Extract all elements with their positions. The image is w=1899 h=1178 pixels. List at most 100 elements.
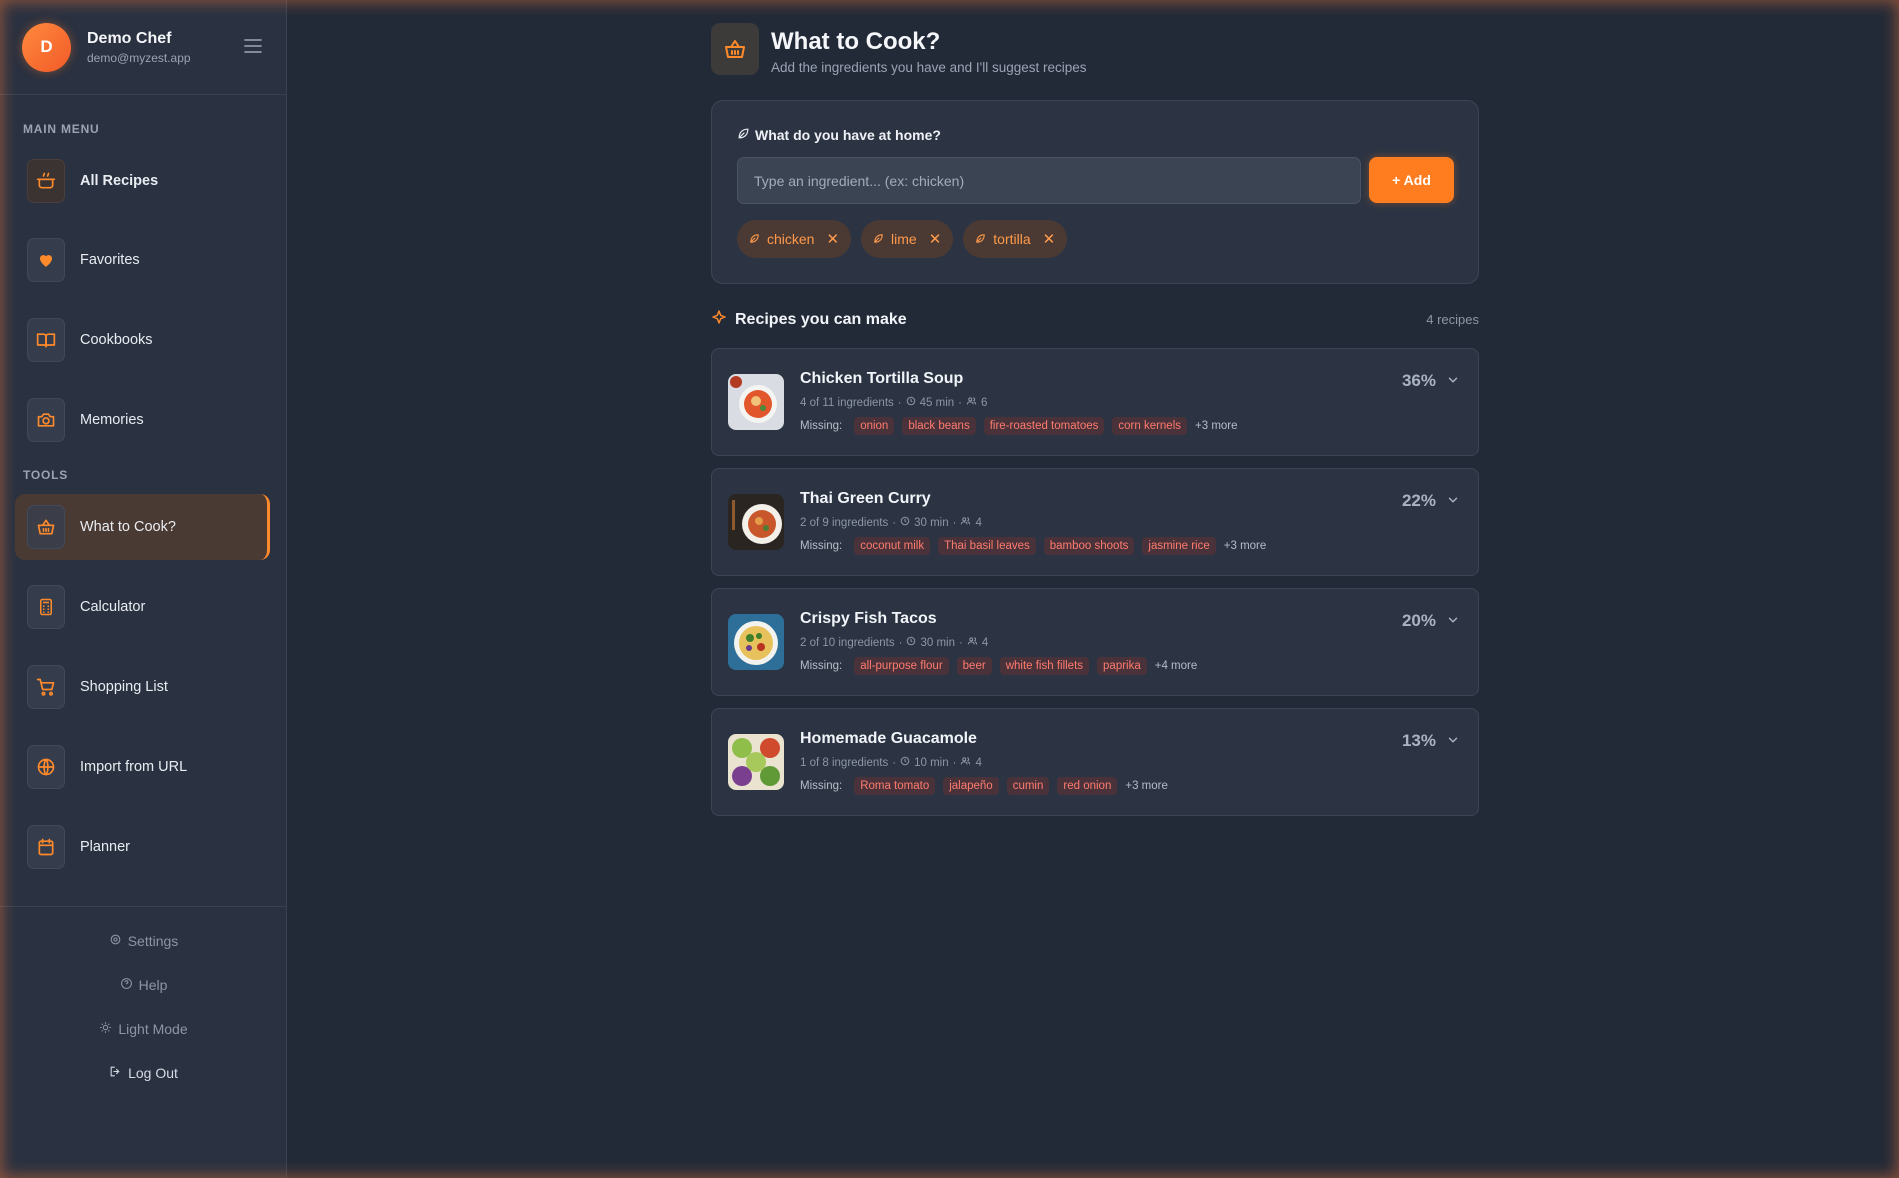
- settings-label: Settings: [127, 933, 179, 949]
- remove-chip-icon[interactable]: ✕: [929, 230, 942, 248]
- main-content: What to Cook? Add the ingredients you ha…: [287, 0, 1899, 1178]
- recipe-time: 30 min: [914, 516, 949, 529]
- remove-chip-icon[interactable]: ✕: [826, 230, 839, 248]
- sidebar-item-label: Favorites: [80, 252, 140, 268]
- servings-icon: [960, 756, 971, 769]
- help-link[interactable]: Help: [0, 977, 287, 993]
- missing-tag: fire-roasted tomatoes: [983, 417, 1105, 435]
- match-percentage: 20%: [1401, 611, 1436, 630]
- sidebar-item-all-recipes[interactable]: All Recipes: [15, 148, 270, 214]
- ingredient-chips: chicken ✕ lime ✕ tortilla ✕: [737, 220, 1068, 258]
- page-header: What to Cook? Add the ingredients you ha…: [711, 23, 1087, 75]
- recipe-name: Chicken Tortilla Soup: [800, 370, 964, 387]
- sidebar-item-calculator[interactable]: Calculator: [15, 574, 270, 640]
- ingredient-chip: chicken ✕: [737, 220, 852, 258]
- missing-tag: Thai basil leaves: [938, 537, 1036, 555]
- recipe-card[interactable]: Crispy Fish Tacos 2 of 10 ingredients · …: [711, 588, 1479, 696]
- recipe-card[interactable]: Thai Green Curry 2 of 9 ingredients · 30…: [711, 468, 1479, 576]
- recipe-meta: 4 of 11 ingredients · 45 min · 6: [800, 396, 988, 409]
- ingredient-match-count: 1 of 8 ingredients: [800, 756, 889, 769]
- recipe-thumbnail: [728, 494, 784, 550]
- missing-tag: corn kernels: [1112, 417, 1188, 435]
- missing-ingredients: Missing: Roma tomato jalapeño cumin red …: [800, 777, 1168, 795]
- light-mode-toggle[interactable]: Light Mode: [0, 1021, 287, 1037]
- clock-icon: [900, 756, 910, 769]
- recipe-meta: 2 of 10 ingredients · 30 min · 4: [800, 636, 989, 649]
- remove-chip-icon[interactable]: ✕: [1043, 230, 1056, 248]
- clock-icon: [900, 516, 910, 529]
- sidebar-item-memories[interactable]: Memories: [15, 387, 270, 453]
- missing-tag: jasmine rice: [1142, 537, 1216, 555]
- pot-icon: [27, 159, 65, 203]
- book-icon: [27, 318, 65, 362]
- ingredients-prompt: What do you have at home?: [737, 127, 941, 143]
- sidebar-item-favorites[interactable]: Favorites: [15, 227, 270, 293]
- missing-label: Missing:: [800, 420, 843, 432]
- settings-link[interactable]: Settings: [0, 933, 287, 949]
- match-percentage: 13%: [1401, 731, 1436, 750]
- camera-icon: [27, 398, 65, 442]
- missing-tag: cumin: [1006, 777, 1050, 795]
- recipe-thumbnail: [728, 614, 784, 670]
- calendar-icon: [27, 825, 65, 869]
- main-menu-label: MAIN MENU: [23, 122, 100, 136]
- clock-icon: [906, 396, 916, 409]
- ingredient-match-count: 2 of 9 ingredients: [800, 516, 889, 529]
- sidebar-item-label: Import from URL: [80, 759, 188, 775]
- logout-button[interactable]: Log Out: [0, 1065, 287, 1081]
- sidebar-item-cookbooks[interactable]: Cookbooks: [15, 307, 270, 373]
- recipe-servings: 6: [981, 396, 988, 409]
- chevron-down-icon[interactable]: [1446, 613, 1460, 632]
- chevron-down-icon[interactable]: [1446, 733, 1460, 752]
- missing-tag: paprika: [1097, 657, 1147, 675]
- sidebar-item-label: Planner: [80, 839, 130, 855]
- recipe-servings: 4: [975, 756, 982, 769]
- sidebar-item-label: What to Cook?: [80, 519, 176, 535]
- chevron-down-icon[interactable]: [1446, 493, 1460, 512]
- ingredients-prompt-label: What do you have at home?: [755, 127, 941, 143]
- sidebar-item-import-url[interactable]: Import from URL: [15, 734, 270, 800]
- logout-label: Log Out: [128, 1065, 178, 1081]
- sidebar-item-label: Shopping List: [80, 679, 168, 695]
- gear-icon: [109, 933, 122, 949]
- ingredient-match-count: 4 of 11 ingredients: [800, 396, 894, 409]
- recipe-card[interactable]: Homemade Guacamole 1 of 8 ingredients · …: [711, 708, 1479, 816]
- missing-tag: jalapeño: [943, 777, 999, 795]
- ingredient-input[interactable]: [737, 157, 1361, 204]
- chip-label: lime: [891, 231, 917, 247]
- ingredient-chip: tortilla ✕: [963, 220, 1068, 258]
- logout-icon: [109, 1065, 122, 1081]
- ingredient-chip: lime ✕: [861, 220, 954, 258]
- recipe-card[interactable]: Chicken Tortilla Soup 4 of 11 ingredient…: [711, 348, 1479, 456]
- chevron-down-icon[interactable]: [1446, 373, 1460, 392]
- sidebar-item-what-to-cook[interactable]: What to Cook?: [15, 494, 270, 560]
- more-missing: +3 more: [1195, 420, 1238, 432]
- missing-ingredients: Missing: all-purpose flour beer white fi…: [800, 657, 1197, 675]
- tools-label: TOOLS: [23, 468, 69, 482]
- profile-header: D Demo Chef demo@myzest.app: [0, 0, 286, 95]
- sidebar-item-planner[interactable]: Planner: [15, 814, 270, 880]
- missing-ingredients: Missing: onion black beans fire-roasted …: [800, 417, 1238, 435]
- hamburger-menu-icon[interactable]: [244, 37, 264, 58]
- sidebar-item-label: Memories: [80, 412, 144, 428]
- missing-tag: beer: [956, 657, 992, 675]
- missing-label: Missing:: [800, 660, 843, 672]
- chip-label: chicken: [767, 231, 815, 247]
- sidebar-item-shopping-list[interactable]: Shopping List: [15, 654, 270, 720]
- leaf-icon: [873, 231, 884, 247]
- heart-icon: [27, 238, 65, 282]
- sidebar-item-label: All Recipes: [80, 173, 159, 189]
- recipe-name: Thai Green Curry: [800, 490, 931, 507]
- add-ingredient-button[interactable]: + Add: [1369, 157, 1454, 203]
- recipe-thumbnail: [728, 734, 784, 790]
- servings-icon: [967, 636, 978, 649]
- missing-tag: all-purpose flour: [854, 657, 949, 675]
- leaf-icon: [737, 127, 750, 143]
- servings-icon: [966, 396, 977, 409]
- recipe-time: 45 min: [919, 396, 955, 409]
- basket-icon: [27, 505, 65, 549]
- leaf-icon: [749, 231, 760, 247]
- globe-icon: [27, 745, 65, 789]
- avatar[interactable]: D: [22, 22, 71, 72]
- results-count: 4 recipes: [1426, 312, 1479, 327]
